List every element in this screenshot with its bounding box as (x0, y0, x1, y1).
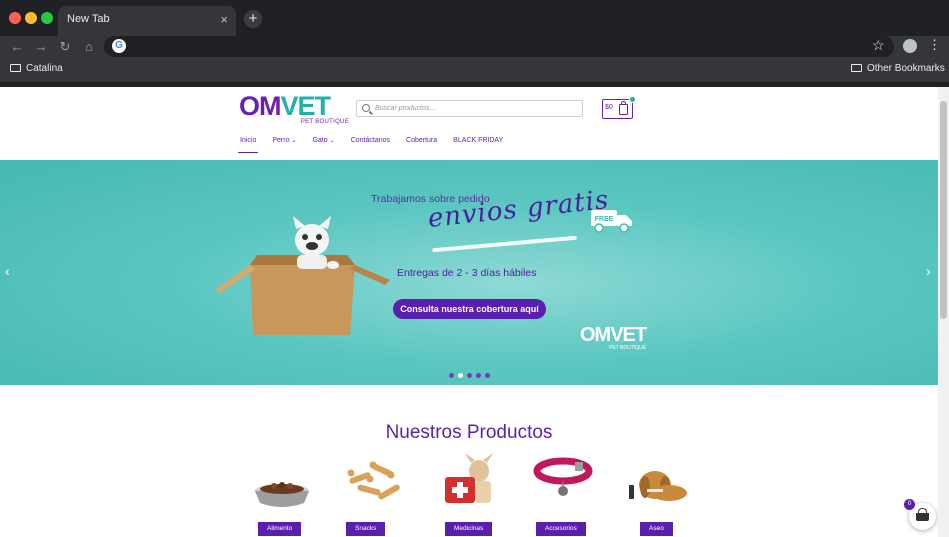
floating-cart-button[interactable]: 0 (904, 499, 936, 530)
minimize-window-button[interactable] (25, 12, 37, 24)
browser-toolbar: ← → ↻ ⌂ G ☆ ⋮ (0, 36, 949, 58)
scrollbar-thumb[interactable] (940, 101, 947, 319)
first-aid-dog-icon (445, 453, 493, 503)
search-input[interactable] (375, 102, 575, 115)
extension-icon[interactable] (903, 39, 917, 53)
free-badge-text: FREE (595, 216, 614, 223)
home-icon[interactable]: ⌂ (80, 38, 98, 56)
coverage-cta-button[interactable]: Consulta nuestra cobertura aquí (393, 299, 546, 319)
folder-icon (10, 64, 21, 72)
back-icon[interactable]: ← (8, 38, 26, 56)
tab-close-icon[interactable]: × (220, 12, 228, 27)
browser-tab[interactable]: New Tab × (58, 6, 236, 36)
cart-badge (629, 96, 636, 103)
hero-logo: OMVET PET BOUTIQUE (580, 324, 647, 351)
logo-text-om: OM (239, 91, 281, 121)
google-icon: G (112, 39, 126, 53)
bookmark-folder-other[interactable]: Other Bookmarks (851, 63, 945, 74)
nav-item-label: Perro (272, 137, 290, 144)
product-label: Accesorios (536, 522, 586, 536)
bookmark-label: Other Bookmarks (867, 63, 945, 74)
product-label: Aseo (640, 522, 673, 536)
product-category-accesorios[interactable]: Accesorios (533, 453, 603, 537)
slider-dot[interactable] (485, 373, 490, 378)
shopping-bag-icon (619, 101, 628, 115)
site-logo[interactable]: OMVET PET BOUTIQUE (239, 93, 351, 127)
logo-text-vet: VET (280, 91, 332, 121)
nav-item-black-friday[interactable]: BLACK FRIDAY (451, 137, 505, 153)
chevron-down-icon: ⌄ (291, 138, 297, 144)
maximize-window-button[interactable] (41, 12, 53, 24)
slider-dot[interactable] (476, 373, 481, 378)
page-scrollbar[interactable] (938, 87, 949, 537)
product-category-alimento[interactable]: Alimento (248, 453, 318, 537)
nav-item-contactanos[interactable]: Contáctanos (349, 137, 392, 153)
delivery-truck-icon: FREE (591, 210, 632, 233)
bookmarks-bar: Catalina Other Bookmarks (0, 58, 949, 82)
forward-icon[interactable]: → (32, 38, 50, 56)
dog-biscuit-icon (347, 461, 400, 500)
products-section-title: Nuestros Productos (385, 422, 553, 443)
slider-dot-active[interactable] (458, 373, 463, 378)
hero-brush-stroke (432, 235, 577, 253)
bookmark-folder-catalina[interactable]: Catalina (10, 63, 63, 74)
browser-chrome: New Tab × + ← → ↻ ⌂ G ☆ ⋮ Catalina Other… (0, 0, 949, 87)
new-tab-button[interactable]: + (244, 10, 262, 28)
product-label: Medicinas (445, 522, 493, 536)
hero-logo-subtitle: PET BOUTIQUE (608, 345, 647, 351)
product-search (356, 100, 583, 117)
tab-bar: New Tab × + (0, 0, 949, 36)
collar-icon (533, 457, 593, 496)
nav-item-label: Gato (312, 137, 328, 144)
product-category-medicinas[interactable]: Medicinas (441, 453, 511, 537)
bookmark-star-icon[interactable]: ☆ (872, 37, 885, 54)
tab-title: New Tab (67, 13, 110, 25)
slider-dot[interactable] (467, 373, 472, 378)
nav-item-inicio[interactable]: Inicio (238, 137, 259, 153)
grooming-dog-icon (629, 471, 687, 501)
nav-item-cobertura[interactable]: Cobertura (404, 137, 439, 153)
browser-menu-icon[interactable]: ⋮ (928, 37, 941, 53)
nav-item-gato[interactable]: Gato ⌄ (311, 137, 337, 153)
slider-dots (449, 373, 490, 378)
search-icon (362, 104, 370, 112)
hero-line-2: Entregas de 2 - 3 días hábiles (397, 267, 537, 279)
close-window-button[interactable] (9, 12, 21, 24)
hero-logo-text: OMVET (580, 324, 647, 346)
bookmark-label: Catalina (26, 63, 63, 74)
chevron-down-icon: ⌄ (329, 138, 335, 144)
hero-slider: ‹ › Trabajamos sobre pedido envios grati… (0, 160, 938, 385)
floating-cart-count: 0 (904, 499, 915, 510)
product-category-snacks[interactable]: Snacks (341, 453, 411, 537)
slider-prev-arrow[interactable]: ‹ (5, 263, 10, 279)
dog-food-bowl-icon (255, 482, 309, 507)
reload-icon[interactable]: ↻ (56, 38, 74, 56)
logo-subtitle: PET BOUTIQUE (300, 119, 349, 125)
basket-icon (916, 508, 929, 521)
product-category-aseo[interactable]: Aseo (625, 453, 695, 537)
dog-in-box-illustration (215, 216, 390, 335)
slider-next-arrow[interactable]: › (926, 263, 931, 279)
folder-icon (851, 64, 862, 72)
header-cart-button[interactable]: $0 (602, 96, 636, 119)
nav-item-perro[interactable]: Perro ⌄ (270, 137, 298, 153)
main-navigation: Inicio Perro ⌄ Gato ⌄ Contáctanos Cobertur… (238, 137, 517, 153)
slider-dot[interactable] (449, 373, 454, 378)
product-label: Alimento (258, 522, 302, 536)
page-viewport: OMVET PET BOUTIQUE $0 Inicio Perro⌄ Gato… (0, 87, 949, 537)
address-bar[interactable]: G (104, 36, 894, 57)
cart-amount: $0 (605, 104, 613, 111)
product-label: Snacks (346, 522, 386, 536)
